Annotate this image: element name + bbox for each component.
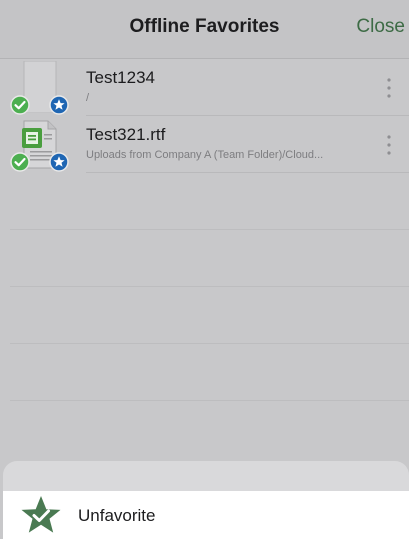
file-path: Uploads from Company A (Team Folder)/Clo… (86, 149, 324, 161)
empty-row (10, 230, 409, 287)
list-item[interactable]: Test321.rtf Uploads from Company A (Team… (10, 116, 409, 173)
unfavorite-star-icon (21, 496, 61, 533)
favorites-list: Test1234 / Test321.rtf Uploads from Comp… (0, 59, 409, 401)
unfavorite-label: Unfavorite (78, 506, 156, 525)
synced-check-icon (10, 95, 30, 115)
action-sheet: Unfavorite (3, 461, 409, 539)
more-options-icon[interactable] (387, 77, 391, 99)
file-thumbnail (10, 118, 78, 172)
file-path: / (86, 92, 90, 104)
empty-row (10, 344, 409, 401)
favorite-star-badge-icon (49, 95, 69, 115)
offline-favorites-screen: Offline Favorites Close Test1234 / Test3… (0, 0, 409, 539)
list-item[interactable]: Test1234 / (10, 59, 409, 116)
file-name: Test1234 (86, 68, 155, 87)
file-name: Test321.rtf (86, 125, 166, 144)
close-button[interactable]: Close (356, 16, 405, 38)
file-thumbnail (10, 60, 78, 115)
more-options-icon[interactable] (387, 134, 391, 156)
empty-row (10, 173, 409, 230)
favorite-star-badge-icon (49, 152, 69, 172)
navigation-bar: Offline Favorites Close (0, 0, 409, 59)
unfavorite-button[interactable]: Unfavorite (3, 491, 409, 539)
synced-check-icon (10, 152, 30, 172)
empty-row (10, 287, 409, 344)
page-title: Offline Favorites (129, 16, 280, 37)
